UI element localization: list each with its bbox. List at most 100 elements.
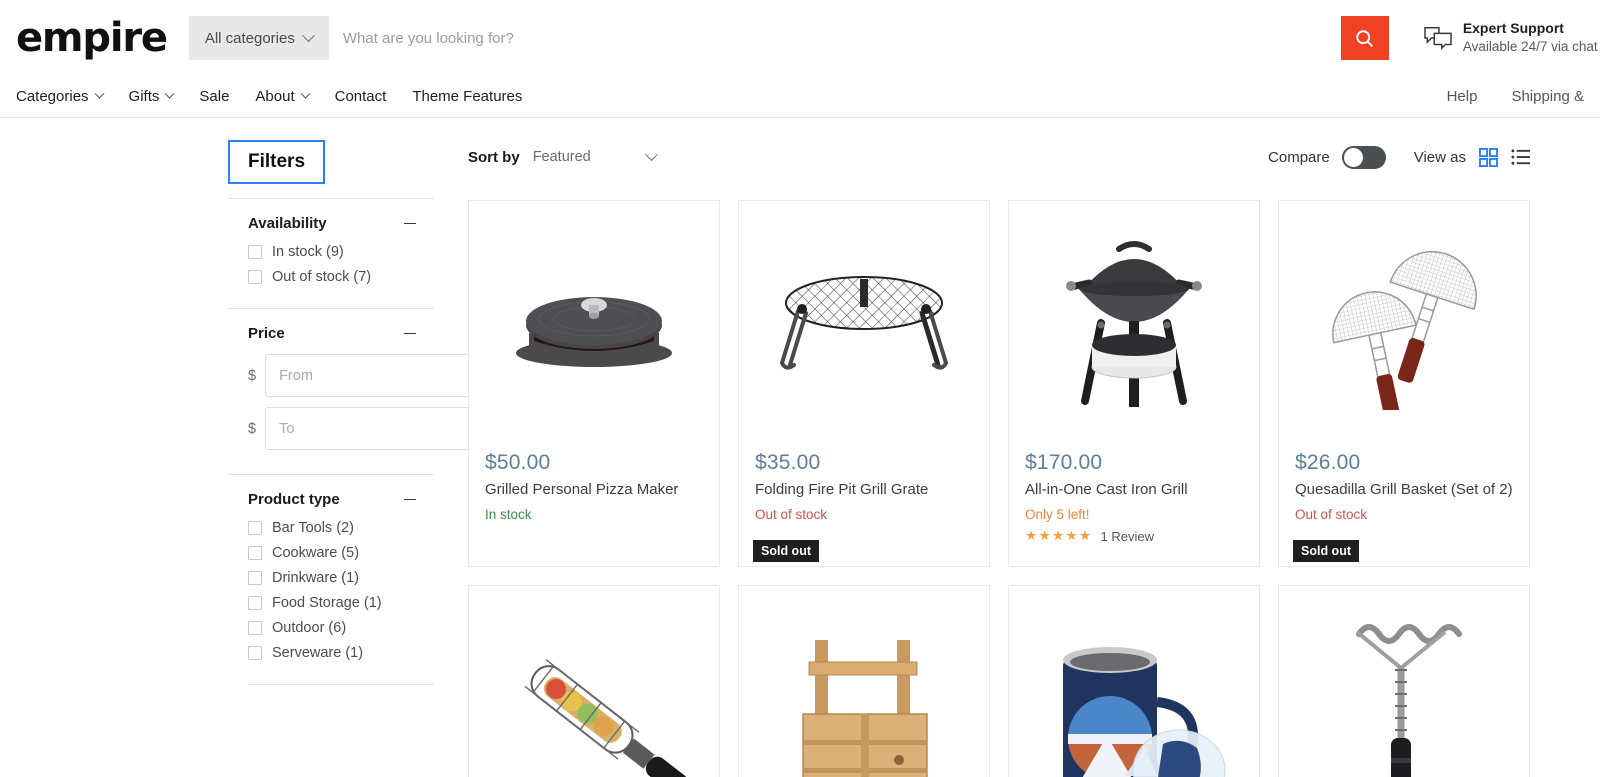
product-card[interactable]: Sold out $26.00 Quesadilla Grill Basket …: [1278, 200, 1530, 567]
filter-option-out-of-stock[interactable]: Out of stock (7): [248, 269, 434, 285]
product-grid-row-2: [468, 584, 1530, 777]
product-card[interactable]: [1008, 584, 1260, 777]
product-image-wrap[interactable]: [1279, 201, 1529, 439]
nav-item-theme-features[interactable]: Theme Features: [412, 88, 522, 105]
view-as-control: View as: [1414, 147, 1530, 167]
cast-iron-grill-image: [1066, 241, 1202, 407]
filter-option-drinkware[interactable]: Drinkware (1): [248, 570, 434, 586]
product-image-wrap[interactable]: [1279, 586, 1529, 777]
nav-item-shipping[interactable]: Shipping &: [1511, 88, 1584, 105]
product-info: $35.00 Folding Fire Pit Grill Grate Out …: [739, 439, 989, 544]
product-image-wrap[interactable]: [739, 586, 989, 777]
search-icon: [1356, 29, 1374, 47]
nav-item-categories[interactable]: Categories: [16, 88, 104, 105]
listing-toolbar: Sort by Featured Compare View as: [468, 140, 1530, 174]
sort-by-select[interactable]: Featured: [533, 147, 658, 165]
wooden-caddy-image: [802, 639, 928, 777]
main-nav: Categories Gifts Sale About Contact Them…: [0, 76, 1600, 118]
list-view-icon: [1511, 148, 1530, 165]
product-image-wrap[interactable]: [469, 586, 719, 777]
product-image-wrap[interactable]: [469, 201, 719, 439]
checkbox[interactable]: [248, 571, 262, 585]
filter-option-cookware[interactable]: Cookware (5): [248, 545, 434, 561]
product-title[interactable]: Folding Fire Pit Grill Grate: [755, 480, 973, 500]
filter-group-toggle-availability[interactable]: Availability: [248, 215, 434, 232]
product-card[interactable]: $50.00 Grilled Personal Pizza Maker In s…: [468, 200, 720, 567]
nav-label: Categories: [16, 88, 89, 105]
compare-control[interactable]: Compare: [1268, 145, 1386, 169]
grid-view-button[interactable]: [1479, 147, 1498, 167]
product-price: $50.00: [485, 451, 551, 474]
checkbox[interactable]: [248, 245, 262, 259]
filters-heading[interactable]: Filters: [228, 140, 326, 184]
minus-icon: [404, 222, 416, 225]
sort-by-label: Sort by: [468, 148, 520, 166]
filter-option-food-storage[interactable]: Food Storage (1): [248, 595, 434, 611]
product-price: $170.00: [1025, 451, 1103, 474]
brand-logo[interactable]: empire: [16, 18, 168, 58]
insulated-mug-image: [1063, 646, 1226, 777]
filter-option-outdoor[interactable]: Outdoor (6): [248, 620, 434, 636]
page-body: Filters Availability In stock (9) Out of…: [0, 118, 1600, 777]
filter-group-toggle-product-type[interactable]: Product type: [248, 491, 434, 508]
search-input[interactable]: [328, 16, 1341, 60]
expert-support[interactable]: Expert Support Available 24/7 via chat: [1423, 19, 1598, 56]
product-grid-row-1: $50.00 Grilled Personal Pizza Maker In s…: [468, 200, 1530, 567]
toolbar-right: Compare View as: [1268, 145, 1530, 169]
product-rating[interactable]: ★★★★★ 1 Review: [1025, 529, 1243, 544]
price-to-input[interactable]: [265, 407, 481, 450]
toggle-knob: [1343, 147, 1363, 167]
nav-item-gifts[interactable]: Gifts: [129, 88, 175, 105]
search-submit-button[interactable]: [1340, 16, 1389, 60]
checkbox[interactable]: [248, 521, 262, 535]
product-image-wrap[interactable]: [1009, 586, 1259, 777]
list-view-button[interactable]: [1511, 148, 1530, 167]
filter-option-label: Food Storage (1): [272, 595, 382, 611]
product-image-wrap[interactable]: [739, 201, 989, 439]
product-price: $26.00: [1295, 451, 1361, 474]
product-card[interactable]: [1278, 584, 1530, 777]
product-image-wrap[interactable]: [1009, 201, 1259, 439]
filter-option-in-stock[interactable]: In stock (9): [248, 244, 434, 260]
product-availability: In stock: [485, 506, 532, 522]
checkbox[interactable]: [248, 546, 262, 560]
currency-symbol: $: [248, 367, 257, 384]
product-title[interactable]: Grilled Personal Pizza Maker: [485, 480, 703, 500]
filter-option-serveware[interactable]: Serveware (1): [248, 645, 434, 661]
filter-option-label: Serveware (1): [272, 645, 364, 661]
compare-label: Compare: [1268, 148, 1330, 166]
product-listing: Sort by Featured Compare View as $50.00 …: [468, 140, 1530, 777]
category-dropdown[interactable]: All categories: [188, 16, 329, 60]
nav-item-about[interactable]: About: [255, 88, 311, 105]
chevron-down-icon: [94, 88, 104, 99]
nav-item-contact[interactable]: Contact: [335, 88, 387, 105]
product-title[interactable]: All-in-One Cast Iron Grill: [1025, 480, 1243, 500]
nav-label: Sale: [199, 88, 230, 105]
currency-symbol: $: [248, 420, 257, 437]
product-availability: Only 5 left!: [1025, 506, 1090, 522]
checkbox[interactable]: [248, 646, 262, 660]
grill-scraper-image: [1355, 623, 1462, 777]
filter-group-title: Price: [248, 325, 285, 342]
price-from-input[interactable]: [265, 354, 481, 397]
filter-group-availability: Availability In stock (9) Out of stock (…: [228, 198, 434, 308]
filter-group-toggle-price[interactable]: Price: [248, 325, 434, 342]
compare-toggle[interactable]: [1341, 145, 1386, 169]
product-title[interactable]: Quesadilla Grill Basket (Set of 2): [1295, 480, 1513, 500]
filter-option-label: Out of stock (7): [272, 269, 372, 285]
product-card[interactable]: $170.00 All-in-One Cast Iron Grill Only …: [1008, 200, 1260, 567]
nav-item-help[interactable]: Help: [1447, 88, 1478, 105]
product-card[interactable]: Sold out $35.00 Folding Fire Pit Grill G…: [738, 200, 990, 567]
product-card[interactable]: [738, 584, 990, 777]
quesadilla-basket-image: [1332, 251, 1477, 410]
product-card[interactable]: [468, 584, 720, 777]
checkbox[interactable]: [248, 270, 262, 284]
checkbox[interactable]: [248, 596, 262, 610]
checkbox[interactable]: [248, 621, 262, 635]
product-info: $50.00 Grilled Personal Pizza Maker In s…: [469, 439, 719, 544]
chat-bubbles-icon: [1424, 27, 1452, 50]
nav-item-sale[interactable]: Sale: [199, 88, 229, 105]
filter-group-title: Product type: [248, 491, 340, 508]
filter-option-bar-tools[interactable]: Bar Tools (2): [248, 520, 434, 536]
filter-group-product-type: Product type Bar Tools (2) Cookware (5) …: [228, 474, 434, 684]
